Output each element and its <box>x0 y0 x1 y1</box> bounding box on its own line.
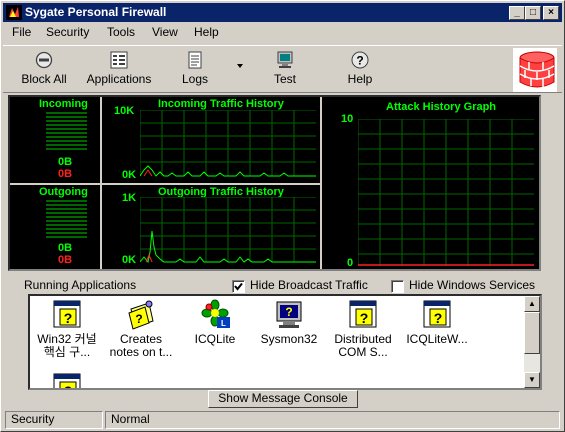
incoming-history-graph: Incoming Traffic History 10K 0K <box>102 97 320 183</box>
svg-text:?: ? <box>356 54 363 68</box>
window-title: Sygate Personal Firewall <box>25 5 167 19</box>
toolbar: Block All Applications Logs Test ? Help <box>3 45 562 93</box>
test-label: Test <box>273 72 296 86</box>
help-button[interactable]: ? Help <box>343 51 377 86</box>
test-button[interactable]: Test <box>267 51 303 86</box>
logs-button[interactable]: Logs <box>175 51 215 86</box>
monitor-icon: ? <box>276 301 302 328</box>
app-item-icqlite[interactable]: L ICQLite <box>178 299 252 346</box>
block-icon <box>35 51 53 69</box>
app-label-line1: Sysmon32 <box>260 332 318 346</box>
svg-text:L: L <box>221 319 226 328</box>
outgoing-level-bars <box>46 200 87 238</box>
status-level: Normal <box>105 411 560 429</box>
svg-text:?: ? <box>434 310 443 326</box>
outgoing-history-min: 0K <box>122 254 137 266</box>
incoming-history-max: 10K <box>114 105 135 117</box>
incoming-history-min: 0K <box>122 169 137 181</box>
outgoing-meter: Outgoing 0B 0B <box>10 185 100 269</box>
title-bar[interactable]: Sygate Personal Firewall _ □ × <box>3 3 562 22</box>
incoming-count-blocked: 0B <box>58 168 73 180</box>
menu-view[interactable]: View <box>152 25 178 39</box>
traffic-graphs-panel: Incoming 0B 0B Outgoing 0B 0B Incoming T… <box>8 95 541 271</box>
applications-icon <box>110 51 128 69</box>
app-label-line2: COM S... <box>338 345 388 359</box>
apps-scrollbar[interactable]: ▲ ▼ <box>524 296 540 388</box>
app-item-sysmon32[interactable]: ? Sysmon32 <box>252 299 326 346</box>
applications-label: Applications <box>86 72 152 86</box>
app-item-unnamed[interactable]: ? <box>30 372 104 390</box>
block-all-button[interactable]: Block All <box>17 51 71 86</box>
checkmark-icon <box>234 282 243 291</box>
menu-file[interactable]: File <box>12 25 31 39</box>
status-security: Security <box>5 411 103 429</box>
incoming-history-plot <box>140 110 316 177</box>
outgoing-history-graph: Outgoing Traffic History 1K 0K <box>102 185 320 269</box>
attack-history-plot <box>358 119 534 266</box>
help-icon: ? <box>351 51 369 69</box>
hide-broadcast-checkbox[interactable] <box>232 280 245 293</box>
scroll-thumb[interactable] <box>524 312 540 354</box>
show-message-console-button[interactable]: Show Message Console <box>208 390 358 408</box>
logs-icon <box>188 51 202 69</box>
incoming-title: Incoming <box>39 98 88 110</box>
attack-history-max: 10 <box>341 113 354 125</box>
help-label: Help <box>347 72 373 86</box>
outgoing-count-blocked: 0B <box>58 254 73 266</box>
incoming-count-allowed: 0B <box>58 156 73 168</box>
running-apps-label: Running Applications <box>24 278 137 292</box>
menu-tools[interactable]: Tools <box>107 25 135 39</box>
app-label-line1: ICQLite <box>194 332 236 346</box>
hide-windows-services-label[interactable]: Hide Windows Services <box>409 278 535 292</box>
running-apps-list: ? Win32 커널 핵심 구... ? Creates notes on t.… <box>28 294 542 390</box>
block-all-label: Block All <box>21 72 67 86</box>
unknown-app-icon: ? <box>423 300 451 328</box>
minimize-button[interactable]: _ <box>509 6 525 20</box>
outgoing-title: Outgoing <box>39 186 88 198</box>
status-bar: Security Normal <box>3 410 562 430</box>
app-label-line2: notes on t... <box>109 345 173 359</box>
svg-text:?: ? <box>64 310 73 326</box>
app-item-icqlitew[interactable]: ? ICQLiteW... <box>400 299 474 346</box>
firewall-logo-icon <box>513 48 557 92</box>
app-item-win32[interactable]: ? Win32 커널 핵심 구... <box>30 299 104 359</box>
app-label-line2: 핵심 구... <box>43 345 91 359</box>
applications-button[interactable]: Applications <box>83 51 155 86</box>
firewall-window: Sygate Personal Firewall _ □ × File Secu… <box>0 0 565 432</box>
unknown-app-icon: ? <box>53 300 81 328</box>
logs-label: Logs <box>181 72 209 86</box>
outgoing-count-allowed: 0B <box>58 242 73 254</box>
menu-security[interactable]: Security <box>46 25 89 39</box>
svg-text:?: ? <box>135 312 142 326</box>
icq-icon: L <box>201 299 230 328</box>
svg-text:?: ? <box>64 383 73 390</box>
maximize-button[interactable]: □ <box>525 6 541 20</box>
svg-text:?: ? <box>360 310 369 326</box>
unknown-app-icon: ? <box>53 373 81 390</box>
incoming-level-bars <box>46 112 87 150</box>
svg-text:?: ? <box>285 305 292 319</box>
unknown-app-icon: ? <box>349 300 377 328</box>
menu-help[interactable]: Help <box>194 25 219 39</box>
hide-windows-services-checkbox[interactable] <box>391 280 404 293</box>
incoming-history-title: Incoming Traffic History <box>158 98 284 110</box>
outgoing-history-plot <box>140 197 316 263</box>
menu-bar: File Security Tools View Help <box>3 23 562 42</box>
monitor-icon <box>277 51 293 68</box>
hide-broadcast-label[interactable]: Hide Broadcast Traffic <box>250 278 368 292</box>
app-item-distributed-com[interactable]: ? Distributed COM S... <box>326 299 400 359</box>
close-button[interactable]: × <box>543 6 559 20</box>
notes-icon: ? <box>128 300 154 330</box>
app-item-notes[interactable]: ? Creates notes on t... <box>104 299 178 359</box>
firewall-app-icon <box>6 5 22 20</box>
app-label-line1: ICQLiteW... <box>406 332 468 346</box>
scroll-up-icon[interactable]: ▲ <box>524 296 540 312</box>
incoming-meter: Incoming 0B 0B <box>10 97 100 183</box>
outgoing-history-max: 1K <box>122 192 137 204</box>
scroll-down-icon[interactable]: ▼ <box>524 372 540 388</box>
attack-history-title: Attack History Graph <box>386 101 497 113</box>
logs-dropdown-arrow-icon[interactable] <box>237 64 243 68</box>
attack-history-graph: Attack History Graph 10 0 <box>322 97 539 269</box>
attack-history-min: 0 <box>347 257 354 269</box>
